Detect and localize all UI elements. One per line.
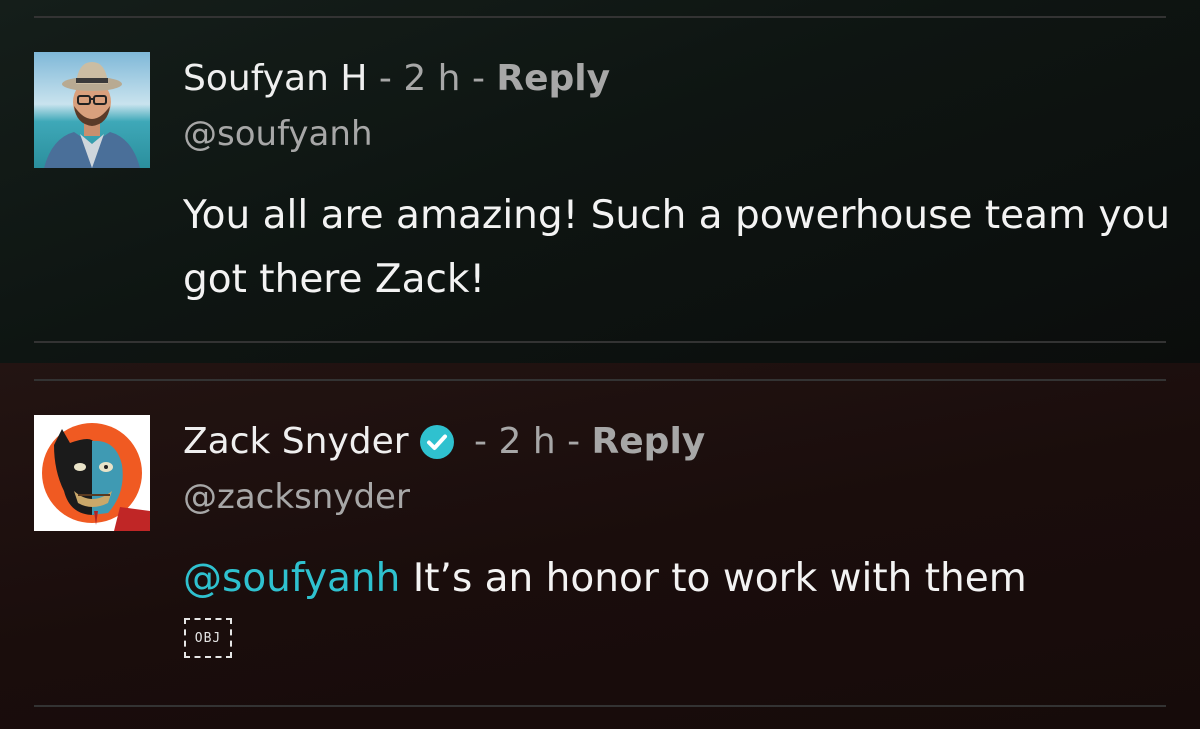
separator: -	[367, 58, 404, 99]
divider	[34, 16, 1166, 18]
author-name[interactable]: Soufyan H	[183, 58, 367, 99]
mention-link[interactable]: @soufyanh	[183, 556, 400, 601]
separator: -	[460, 58, 497, 99]
separator: -	[555, 421, 592, 462]
comment-body: It’s an honor to work with them	[400, 556, 1027, 601]
avatar-soufyan[interactable]	[34, 52, 150, 168]
reply-button[interactable]: Reply	[496, 58, 610, 99]
comment-item: Zack Snyder - 2 h - Reply @zacksnyder @s…	[0, 363, 1200, 729]
timestamp: 2 h	[403, 58, 461, 99]
attachment-placeholder[interactable]: OBJ	[184, 618, 232, 658]
divider	[34, 705, 1166, 707]
separator: -	[462, 421, 499, 462]
comment-text: @soufyanh It’s an honor to work with the…	[183, 547, 1173, 611]
comments-screen: Soufyan H - 2 h - Reply @soufyanh You al…	[0, 0, 1200, 729]
author-name[interactable]: Zack Snyder	[183, 421, 409, 462]
comment-item: Soufyan H - 2 h - Reply @soufyanh You al…	[0, 0, 1200, 363]
timestamp: 2 h	[498, 421, 556, 462]
avatar-zacksnyder[interactable]	[34, 415, 150, 531]
verified-check-icon	[419, 424, 455, 460]
reply-button[interactable]: Reply	[592, 421, 706, 462]
comment-header: Soufyan H - 2 h - Reply	[183, 58, 610, 99]
comment-text: You all are amazing! Such a powerhouse t…	[183, 193, 1171, 302]
author-handle[interactable]: @zacksnyder	[183, 477, 410, 517]
divider	[34, 379, 1166, 381]
comment-header: Zack Snyder - 2 h - Reply	[183, 421, 705, 462]
divider	[34, 341, 1166, 343]
author-handle[interactable]: @soufyanh	[183, 114, 373, 154]
